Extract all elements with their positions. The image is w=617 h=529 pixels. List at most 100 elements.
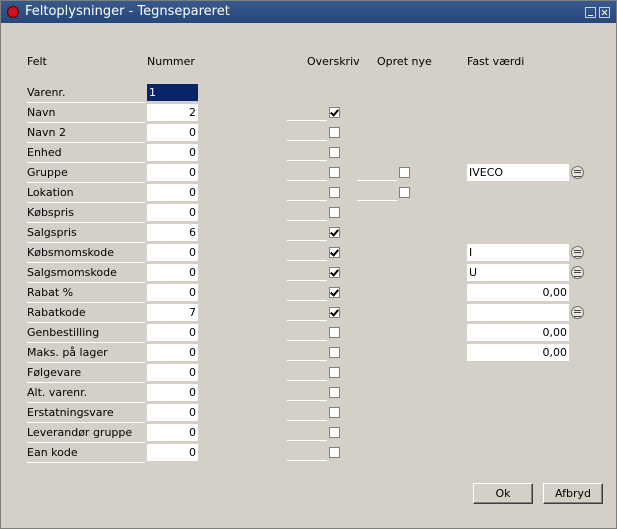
field-label: Rabat % [27,283,145,303]
divider [287,260,327,261]
divider [287,300,327,301]
nummer-input[interactable]: 0 [147,244,198,261]
field-label: Navn [27,103,145,123]
opret-nye-checkbox[interactable] [399,187,410,198]
app-icon [7,6,19,18]
fast-vaerdi-input[interactable]: U [467,264,569,281]
nummer-input[interactable]: 0 [147,264,198,281]
nummer-input[interactable]: 0 [147,384,198,401]
window-title: Feltoplysninger - Tegnsepareret [25,4,230,19]
nummer-input[interactable]: 0 [147,284,198,301]
overskriv-checkbox[interactable] [329,307,340,318]
cancel-button[interactable]: Afbryd [543,483,603,504]
divider [287,160,327,161]
overskriv-checkbox[interactable] [329,127,340,138]
nummer-input[interactable]: 0 [147,404,198,421]
divider [287,240,327,241]
overskriv-checkbox[interactable] [329,107,340,118]
divider [287,420,327,421]
overskriv-checkbox[interactable] [329,147,340,158]
close-icon[interactable] [599,7,610,18]
divider [287,220,327,221]
nummer-input[interactable]: 2 [147,104,198,121]
divider [287,380,327,381]
nummer-input[interactable]: 6 [147,224,198,241]
fast-vaerdi-input[interactable]: I [467,244,569,261]
nummer-input[interactable]: 7 [147,304,198,321]
overskriv-checkbox[interactable] [329,247,340,258]
overskriv-checkbox[interactable] [329,187,340,198]
header-fast-vaerdi: Fast værdi [467,55,525,68]
field-label: Alt. varenr. [27,383,145,403]
divider [287,140,327,141]
fast-vaerdi-input[interactable]: 0,00 [467,344,569,361]
field-label: Ean kode [27,443,145,463]
field-label: Maks. på lager [27,343,145,363]
nummer-input[interactable]: 0 [147,144,198,161]
overskriv-checkbox[interactable] [329,327,340,338]
nummer-input[interactable]: 1 [147,84,198,101]
overskriv-checkbox[interactable] [329,387,340,398]
lookup-icon[interactable] [571,246,584,259]
nummer-input[interactable]: 0 [147,444,198,461]
field-label: Gruppe [27,163,145,183]
nummer-input[interactable]: 0 [147,184,198,201]
fast-vaerdi-input[interactable]: 0,00 [467,284,569,301]
fast-vaerdi-input[interactable]: IVECO [467,164,569,181]
header-felt: Felt [27,55,47,68]
divider [357,200,397,201]
minimize-icon[interactable] [585,7,596,18]
nummer-input[interactable]: 0 [147,124,198,141]
divider [287,440,327,441]
overskriv-checkbox[interactable] [329,347,340,358]
overskriv-checkbox[interactable] [329,427,340,438]
lookup-icon[interactable] [571,306,584,319]
header-overskriv: Overskriv [307,55,360,68]
nummer-input[interactable]: 0 [147,364,198,381]
nummer-input[interactable]: 0 [147,204,198,221]
dialog-window: Feltoplysninger - Tegnsepareret Felt Num… [0,0,617,529]
nummer-input[interactable]: 0 [147,164,198,181]
nummer-input[interactable]: 0 [147,424,198,441]
divider [287,360,327,361]
header-opret-nye: Opret nye [377,55,432,68]
field-label: Erstatningsvare [27,403,145,423]
divider [287,200,327,201]
nummer-input[interactable]: 0 [147,324,198,341]
divider [287,400,327,401]
ok-button[interactable]: Ok [473,483,533,504]
nummer-input[interactable]: 0 [147,344,198,361]
overskriv-checkbox[interactable] [329,227,340,238]
lookup-icon[interactable] [571,266,584,279]
divider [357,180,397,181]
divider [287,120,327,121]
overskriv-checkbox[interactable] [329,367,340,378]
field-label: Salgspris [27,223,145,243]
overskriv-checkbox[interactable] [329,267,340,278]
divider [287,180,327,181]
overskriv-checkbox[interactable] [329,167,340,178]
overskriv-checkbox[interactable] [329,207,340,218]
divider [287,320,327,321]
header-nummer: Nummer [147,55,195,68]
fast-vaerdi-input[interactable] [467,304,569,321]
divider [287,460,327,461]
field-label: Varenr. [27,83,145,103]
field-label: Lokation [27,183,145,203]
overskriv-checkbox[interactable] [329,287,340,298]
overskriv-checkbox[interactable] [329,447,340,458]
opret-nye-checkbox[interactable] [399,167,410,178]
divider [287,280,327,281]
lookup-icon[interactable] [571,166,584,179]
field-label: Rabatkode [27,303,145,323]
field-label: Købsmomskode [27,243,145,263]
field-label: Følgevare [27,363,145,383]
field-label: Salgsmomskode [27,263,145,283]
title-bar[interactable]: Feltoplysninger - Tegnsepareret [1,1,616,23]
overskriv-checkbox[interactable] [329,407,340,418]
divider [287,340,327,341]
field-label: Genbestilling [27,323,145,343]
field-label: Enhed [27,143,145,163]
fast-vaerdi-input[interactable]: 0,00 [467,324,569,341]
field-label: Navn 2 [27,123,145,143]
